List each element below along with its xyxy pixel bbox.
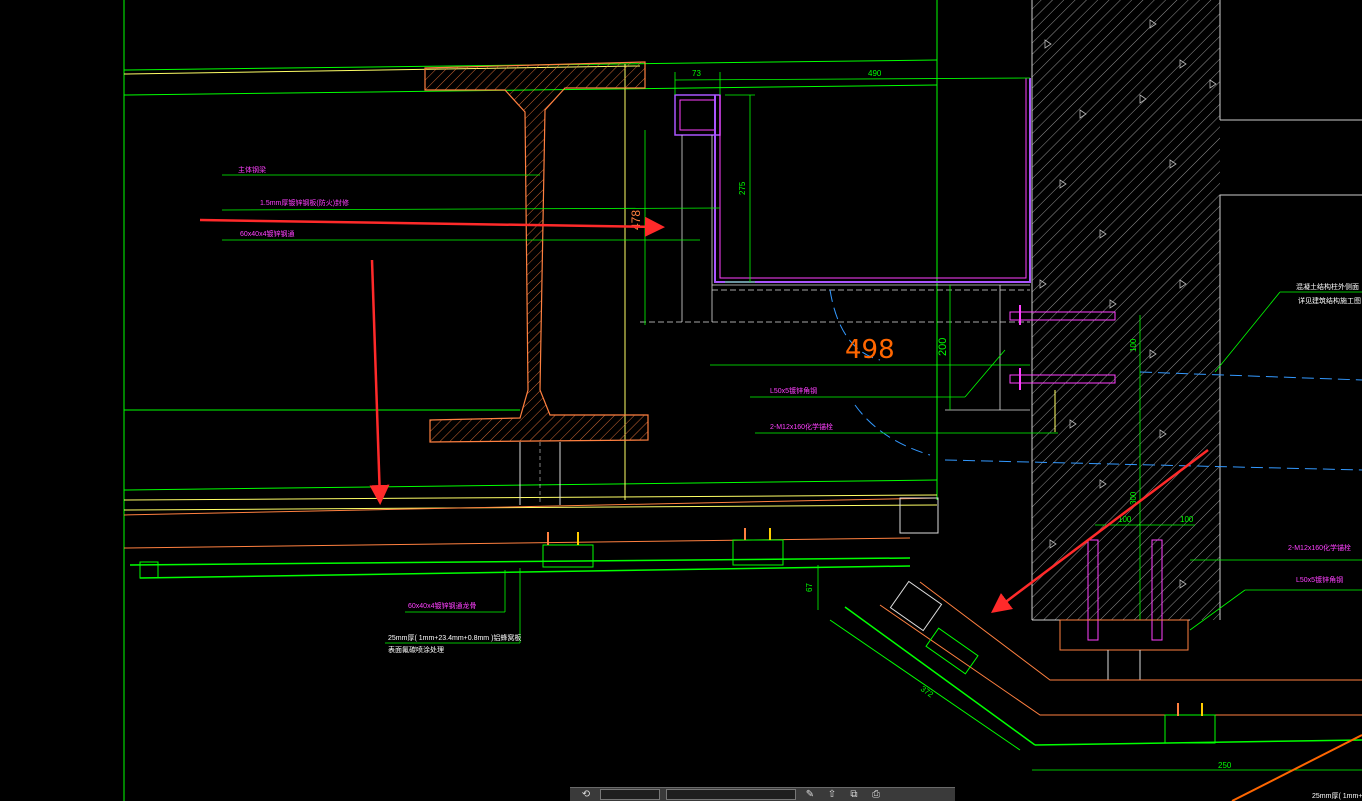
dim-100-b2: 100 bbox=[1180, 515, 1194, 524]
dim-275: 275 bbox=[738, 181, 747, 195]
label-main-beam: 主体钢梁 bbox=[238, 165, 266, 174]
label-anchor-bolt: 2-M12x160化学锚栓 bbox=[770, 422, 833, 431]
label-honeycomb-panel-2: 25mm厚( 1mm+ bbox=[1312, 792, 1362, 800]
dim-100-right: 100 bbox=[1129, 338, 1138, 352]
label-anchor-bolt-2: 2-M12x160化学锚栓 bbox=[1288, 543, 1351, 552]
pen-icon[interactable]: ✎ bbox=[802, 789, 818, 801]
dim-73: 73 bbox=[692, 69, 701, 78]
model-field[interactable] bbox=[600, 789, 660, 800]
dim-67: 67 bbox=[805, 583, 814, 592]
support-lines bbox=[640, 135, 1030, 411]
label-see-drawing: 详见建筑结构施工图 bbox=[1298, 296, 1361, 305]
label-column-face: 混凝土结构柱外侧面 bbox=[1296, 282, 1359, 291]
dim-250: 250 bbox=[1218, 761, 1232, 770]
honeycomb-panel-horizontal bbox=[123, 497, 939, 579]
steel-frame-purple bbox=[674, 78, 1031, 283]
label-angle-steel: L50x5镀锌角钢 bbox=[770, 386, 817, 395]
steel-i-beam bbox=[424, 61, 649, 505]
label-fluorocarbon: 表面氟碳喷涂处理 bbox=[388, 645, 444, 654]
label-galv-tube: 60x40x4镀锌钢通 bbox=[240, 229, 294, 238]
label-keel: 60x40x4镀锌钢通龙骨 bbox=[408, 601, 476, 610]
copy-icon[interactable]: ⧉ bbox=[846, 789, 862, 801]
dim-490: 490 bbox=[868, 69, 882, 78]
cad-drawing-canvas[interactable]: 73 490 275 478 498 200 100 100 100 300 6… bbox=[0, 0, 1362, 801]
undo-icon[interactable]: ⟲ bbox=[578, 789, 594, 801]
dim-372: 372 bbox=[919, 684, 936, 699]
arrow-up-icon[interactable]: ⇧ bbox=[824, 789, 840, 801]
label-honeycomb-panel: 25mm厚( 1mm+23.4mm+0.8mm )铝蜂窝板 bbox=[388, 633, 521, 642]
print-icon[interactable]: ⎙ bbox=[868, 789, 884, 801]
bottom-toolbar: ⟲ ✎ ⇧ ⧉ ⎙ bbox=[570, 787, 955, 801]
label-galv-plate: 1.5mm厚镀锌钢板(防火)封修 bbox=[260, 198, 349, 207]
dim-498: 498 bbox=[845, 335, 895, 365]
dim-200: 200 bbox=[937, 338, 949, 356]
label-angle-steel-2: L50x5镀锌角钢 bbox=[1296, 575, 1343, 584]
layout-field[interactable] bbox=[666, 789, 796, 800]
